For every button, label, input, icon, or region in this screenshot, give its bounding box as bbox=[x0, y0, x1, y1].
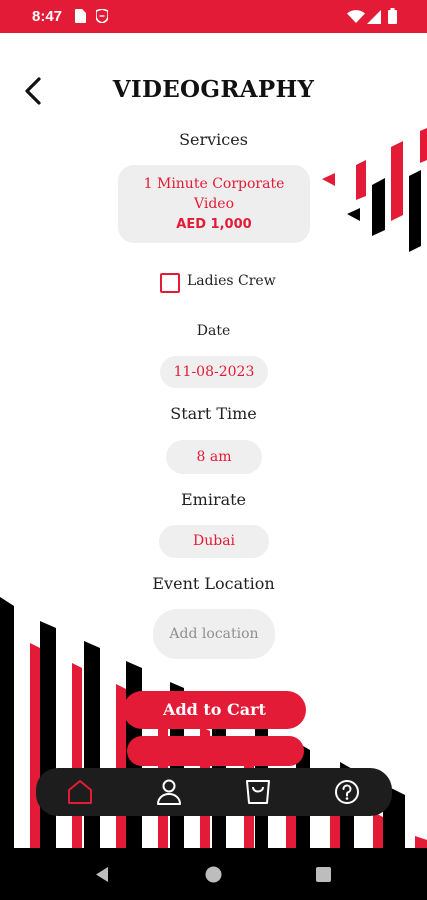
event-location-label: Event Location bbox=[152, 574, 275, 593]
nav-cart[interactable] bbox=[242, 776, 274, 808]
services-label: Services bbox=[179, 130, 248, 149]
battery-icon bbox=[388, 8, 397, 24]
ladies-crew-checkbox[interactable] bbox=[160, 273, 180, 293]
start-time-picker[interactable]: 8 am bbox=[166, 440, 262, 474]
system-home-button[interactable] bbox=[205, 866, 222, 883]
nav-profile[interactable] bbox=[153, 776, 185, 808]
nav-help[interactable] bbox=[331, 776, 363, 808]
status-bar: 8:47 bbox=[0, 0, 427, 33]
system-navigation-bar bbox=[0, 848, 427, 900]
system-back-button[interactable] bbox=[94, 866, 110, 883]
system-recents-button[interactable] bbox=[316, 867, 331, 882]
shield-icon bbox=[96, 9, 108, 23]
shopping-bag-icon bbox=[246, 780, 270, 804]
ladies-crew-label: Ladies Crew bbox=[187, 273, 276, 289]
signal-icon bbox=[367, 10, 381, 24]
home-icon bbox=[68, 780, 92, 804]
service-card[interactable]: 1 Minute Corporate Video AED 1,000 bbox=[118, 165, 310, 243]
wifi-icon bbox=[347, 10, 365, 23]
sim-card-icon bbox=[75, 9, 86, 23]
emirate-select[interactable]: Dubai bbox=[159, 525, 269, 558]
emirate-label: Emirate bbox=[180, 490, 247, 509]
add-to-cart-button[interactable]: Add to Cart bbox=[123, 691, 306, 729]
start-time-label: Start Time bbox=[170, 404, 257, 423]
page-title: VIDEOGRAPHY bbox=[112, 76, 315, 103]
date-picker[interactable]: 11-08-2023 bbox=[160, 356, 268, 388]
event-location-input[interactable] bbox=[153, 609, 275, 659]
service-price: AED 1,000 bbox=[176, 217, 252, 232]
nav-home[interactable] bbox=[64, 776, 96, 808]
date-label: Date bbox=[196, 323, 231, 339]
status-time: 8:47 bbox=[32, 8, 63, 25]
service-name: 1 Minute Corporate Video bbox=[143, 176, 285, 212]
help-icon bbox=[335, 780, 359, 804]
secondary-action-button[interactable] bbox=[127, 736, 304, 766]
bottom-nav bbox=[36, 768, 392, 816]
user-icon bbox=[157, 779, 181, 805]
